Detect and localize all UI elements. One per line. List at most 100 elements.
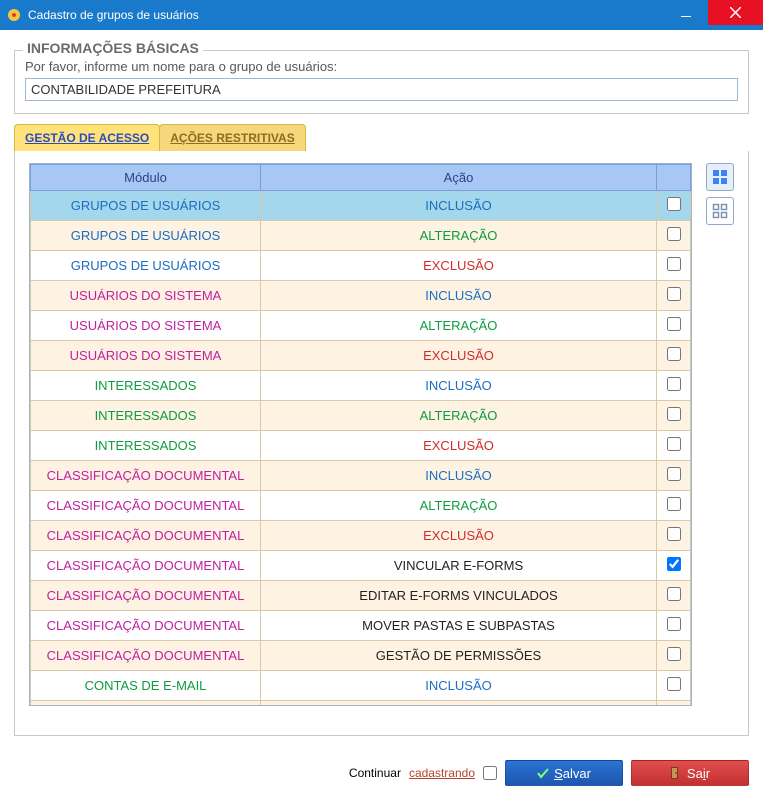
cell-module: CLASSIFICAÇÃO DOCUMENTAL [31, 491, 261, 521]
cell-module: INTERESSADOS [31, 401, 261, 431]
row-checkbox[interactable] [667, 617, 681, 631]
table-row[interactable]: INTERESSADOSINCLUSÃO [31, 371, 691, 401]
row-checkbox[interactable] [667, 317, 681, 331]
table-row[interactable]: CLASSIFICAÇÃO DOCUMENTALALTERAÇÃO [31, 491, 691, 521]
grid-scroll[interactable]: Módulo Ação GRUPOS DE USUÁRIOSINCLUSÃOGR… [29, 163, 692, 706]
row-checkbox[interactable] [667, 587, 681, 601]
row-checkbox[interactable] [667, 347, 681, 361]
titlebar: Cadastro de grupos de usuários [0, 0, 763, 30]
row-checkbox[interactable] [667, 497, 681, 511]
tab-restrict-label: AÇÕES RESTRITIVAS [170, 131, 294, 145]
cell-check [657, 581, 691, 611]
cell-module: CLASSIFICAÇÃO DOCUMENTAL [31, 581, 261, 611]
table-row[interactable]: CONTAS DE E-MAILALTERAÇÃO [31, 701, 691, 707]
cell-check [657, 311, 691, 341]
basic-info-fieldset: INFORMAÇÕES BÁSICAS Por favor, informe u… [14, 50, 749, 114]
group-name-input[interactable] [25, 78, 738, 101]
row-checkbox[interactable] [667, 197, 681, 211]
cell-action: INCLUSÃO [261, 281, 657, 311]
cell-check [657, 551, 691, 581]
tab-access[interactable]: GESTÃO DE ACESSO [14, 124, 160, 151]
minimize-icon [681, 16, 691, 17]
table-row[interactable]: CLASSIFICAÇÃO DOCUMENTALGESTÃO DE PERMIS… [31, 641, 691, 671]
cell-action: INCLUSÃO [261, 191, 657, 221]
table-row[interactable]: CONTAS DE E-MAILINCLUSÃO [31, 671, 691, 701]
cell-action: ALTERAÇÃO [261, 491, 657, 521]
grid-solid-icon [712, 169, 728, 185]
cell-action: EXCLUSÃO [261, 341, 657, 371]
cell-check [657, 521, 691, 551]
cell-action: VINCULAR E-FORMS [261, 551, 657, 581]
table-row[interactable]: CLASSIFICAÇÃO DOCUMENTALINCLUSÃO [31, 461, 691, 491]
th-check[interactable] [657, 165, 691, 191]
row-checkbox[interactable] [667, 407, 681, 421]
cell-module: CLASSIFICAÇÃO DOCUMENTAL [31, 641, 261, 671]
table-row[interactable]: CLASSIFICAÇÃO DOCUMENTALEDITAR E-FORMS V… [31, 581, 691, 611]
tabs: GESTÃO DE ACESSO AÇÕES RESTRITIVAS [14, 124, 749, 151]
cell-check [657, 371, 691, 401]
table-row[interactable]: INTERESSADOSEXCLUSÃO [31, 431, 691, 461]
th-action[interactable]: Ação [261, 165, 657, 191]
row-checkbox[interactable] [667, 557, 681, 571]
cell-check [657, 431, 691, 461]
continue-link[interactable]: cadastrando [409, 766, 475, 780]
table-row[interactable]: USUÁRIOS DO SISTEMAINCLUSÃO [31, 281, 691, 311]
app-icon [6, 7, 22, 23]
cell-module: INTERESSADOS [31, 371, 261, 401]
table-row[interactable]: GRUPOS DE USUÁRIOSINCLUSÃO [31, 191, 691, 221]
row-checkbox[interactable] [667, 377, 681, 391]
row-checkbox[interactable] [667, 527, 681, 541]
cell-check [657, 221, 691, 251]
cell-module: GRUPOS DE USUÁRIOS [31, 191, 261, 221]
th-module[interactable]: Módulo [31, 165, 261, 191]
panel: Módulo Ação GRUPOS DE USUÁRIOSINCLUSÃOGR… [14, 151, 749, 736]
row-checkbox[interactable] [667, 227, 681, 241]
table-row[interactable]: USUÁRIOS DO SISTEMAALTERAÇÃO [31, 311, 691, 341]
table-row[interactable]: CLASSIFICAÇÃO DOCUMENTALEXCLUSÃO [31, 521, 691, 551]
table-row[interactable]: CLASSIFICAÇÃO DOCUMENTALMOVER PASTAS E S… [31, 611, 691, 641]
cell-action: ALTERAÇÃO [261, 221, 657, 251]
cell-module: USUÁRIOS DO SISTEMA [31, 281, 261, 311]
save-label: Salvar [554, 766, 591, 781]
cell-module: CLASSIFICAÇÃO DOCUMENTAL [31, 521, 261, 551]
exit-label: Sair [687, 766, 710, 781]
window-title: Cadastro de grupos de usuários [28, 8, 663, 22]
cell-action: ALTERAÇÃO [261, 311, 657, 341]
cell-check [657, 641, 691, 671]
cell-action: EDITAR E-FORMS VINCULADOS [261, 581, 657, 611]
deselect-all-button[interactable] [706, 197, 734, 225]
cell-check [657, 281, 691, 311]
footer: Continuar cadastrando Salvar Sair [14, 760, 749, 786]
cell-check [657, 401, 691, 431]
cell-action: EXCLUSÃO [261, 251, 657, 281]
close-button[interactable] [708, 0, 763, 25]
tab-restrict[interactable]: AÇÕES RESTRITIVAS [159, 124, 305, 151]
cell-module: USUÁRIOS DO SISTEMA [31, 341, 261, 371]
cell-action: INCLUSÃO [261, 371, 657, 401]
table-row[interactable]: CLASSIFICAÇÃO DOCUMENTALVINCULAR E-FORMS [31, 551, 691, 581]
row-checkbox[interactable] [667, 677, 681, 691]
continue-checkbox[interactable] [483, 766, 497, 780]
cell-action: INCLUSÃO [261, 671, 657, 701]
row-checkbox[interactable] [667, 437, 681, 451]
save-button[interactable]: Salvar [505, 760, 623, 786]
table-row[interactable]: GRUPOS DE USUÁRIOSALTERAÇÃO [31, 221, 691, 251]
group-name-label: Por favor, informe um nome para o grupo … [25, 59, 738, 74]
table-row[interactable]: USUÁRIOS DO SISTEMAEXCLUSÃO [31, 341, 691, 371]
fieldset-legend: INFORMAÇÕES BÁSICAS [23, 40, 203, 56]
check-icon [537, 767, 549, 779]
cell-module: USUÁRIOS DO SISTEMA [31, 311, 261, 341]
exit-button[interactable]: Sair [631, 760, 749, 786]
row-checkbox[interactable] [667, 467, 681, 481]
cell-action: INCLUSÃO [261, 461, 657, 491]
row-checkbox[interactable] [667, 257, 681, 271]
cell-check [657, 491, 691, 521]
table-row[interactable]: GRUPOS DE USUÁRIOSEXCLUSÃO [31, 251, 691, 281]
table-row[interactable]: INTERESSADOSALTERAÇÃO [31, 401, 691, 431]
cell-module: CONTAS DE E-MAIL [31, 701, 261, 707]
row-checkbox[interactable] [667, 287, 681, 301]
select-all-button[interactable] [706, 163, 734, 191]
row-checkbox[interactable] [667, 647, 681, 661]
minimize-button[interactable] [663, 0, 708, 25]
cell-action: GESTÃO DE PERMISSÕES [261, 641, 657, 671]
